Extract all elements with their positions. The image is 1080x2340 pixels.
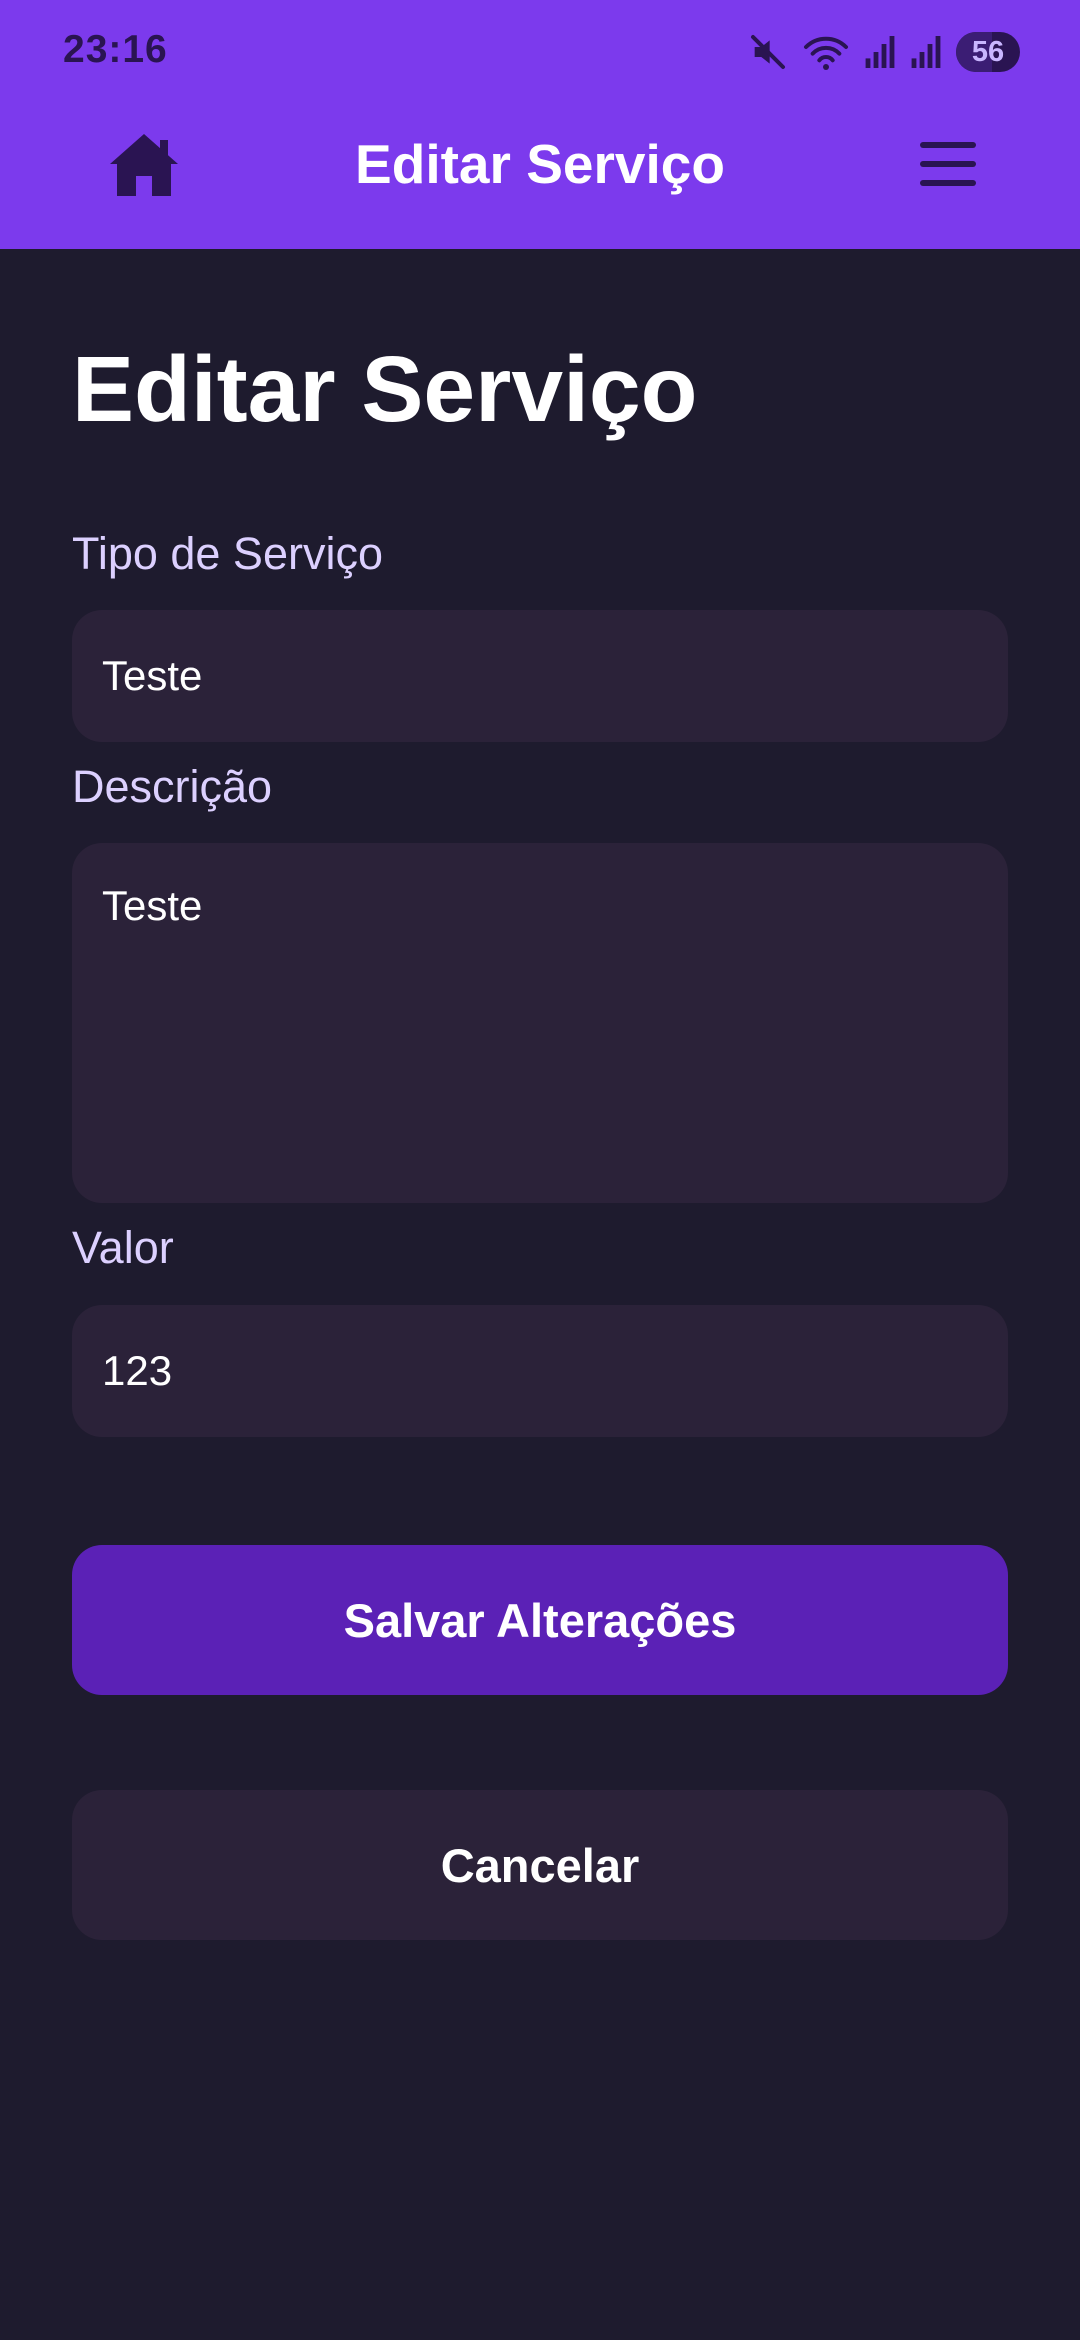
save-changes-button[interactable]: Salvar Alterações xyxy=(72,1545,1008,1695)
menu-button[interactable] xyxy=(920,142,976,186)
hamburger-menu-icon xyxy=(920,161,976,167)
signal-icon xyxy=(864,34,896,70)
signal-icon xyxy=(910,34,942,70)
price-label: Valor xyxy=(72,1222,174,1273)
battery-percent: 56 xyxy=(971,35,1005,68)
page-title: Editar Serviço xyxy=(72,337,698,441)
service-type-input[interactable] xyxy=(72,610,1008,742)
status-time: 23:16 xyxy=(63,28,168,71)
hamburger-menu-icon xyxy=(920,180,976,186)
hamburger-menu-icon xyxy=(920,142,976,148)
app-bar-title: Editar Serviço xyxy=(355,133,725,195)
battery-indicator: 56 xyxy=(956,32,1020,72)
app-header: 23:16 56 Editar Serviço xyxy=(0,0,1080,249)
edit-service-screen: 23:16 56 Editar Serviço Editar Serviço T… xyxy=(0,0,1080,2340)
cancel-button[interactable]: Cancelar xyxy=(72,1790,1008,1940)
wifi-icon xyxy=(802,32,850,72)
price-input[interactable] xyxy=(72,1305,1008,1437)
mute-icon xyxy=(748,32,788,72)
description-textarea[interactable]: Teste xyxy=(72,843,1008,1203)
description-label: Descrição xyxy=(72,761,273,812)
service-type-label: Tipo de Serviço xyxy=(72,528,383,579)
status-icons: 56 xyxy=(748,28,1020,76)
